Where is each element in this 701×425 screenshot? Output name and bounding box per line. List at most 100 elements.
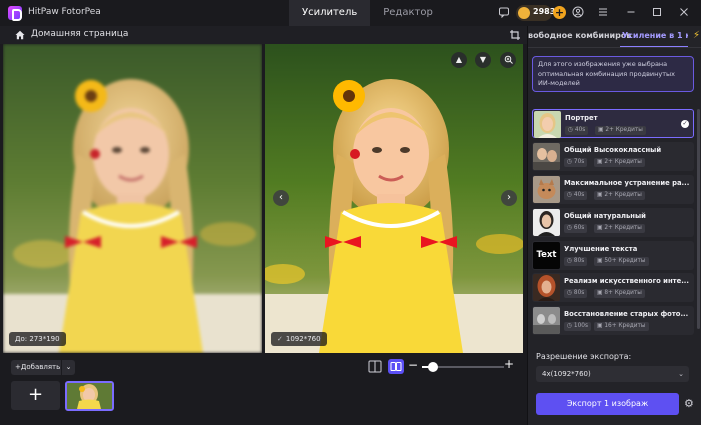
model-credits: ▣ 16+ Кредиты — [594, 322, 649, 332]
model-time: ◷ 40s — [564, 190, 588, 200]
buy-credits-button[interactable]: + — [553, 6, 566, 19]
model-item-old-photo[interactable]: Восстановление старых фото... ◷ 100s ▣ 1… — [532, 306, 694, 336]
ai-realism-thumb — [533, 274, 560, 302]
breadcrumb-home[interactable]: Домашняя страница — [31, 29, 128, 39]
model-name: Общий Высококлассный — [564, 145, 662, 154]
gear-icon[interactable]: ⚙ — [684, 398, 696, 410]
user-icon[interactable] — [571, 6, 585, 20]
home-icon[interactable] — [14, 29, 26, 41]
close-icon[interactable] — [677, 6, 691, 20]
model-time: ◷ 70s — [564, 157, 588, 167]
model-credits-value: 16+ Кредиты — [604, 323, 646, 330]
model-credits-value: 2+ Кредиты — [604, 191, 642, 198]
add-button[interactable]: +Добавлять ⌄ — [11, 360, 75, 375]
model-time-value: 80s — [573, 290, 585, 297]
next-arrow-icon[interactable]: › — [501, 190, 517, 206]
tab-enhancer[interactable]: Усилитель — [289, 0, 371, 26]
model-name: Портрет — [565, 114, 598, 122]
model-item-portrait[interactable]: Портрет ◷ 40s ▣ 2+ Кредиты ✓ — [532, 109, 694, 138]
original-photo — [3, 44, 262, 353]
tab-free-combination[interactable]: вободное комбиниров — [528, 31, 631, 40]
chevron-down-icon[interactable]: ⌄ — [61, 360, 75, 375]
prev-arrow-icon[interactable]: ‹ — [273, 190, 289, 206]
model-item-ai-realism[interactable]: Реализм искусственного инте... ◷ 80s ▣ 8… — [532, 273, 694, 303]
model-name: Общий натуральный — [564, 211, 646, 220]
model-time-value: 40s — [573, 191, 585, 198]
model-name: Максимальное устранение ра... — [564, 178, 690, 187]
model-credits-value: 2+ Кредиты — [604, 158, 642, 165]
model-credits-value: 50+ Кредиты — [604, 257, 646, 264]
model-credits: ▣ 50+ Кредиты — [594, 256, 649, 266]
model-time: ◷ 40s — [565, 126, 589, 135]
model-time-value: 60s — [573, 224, 585, 231]
zoom-slider[interactable] — [422, 362, 504, 372]
tab-underline — [620, 46, 690, 47]
tab-editor[interactable]: Редактор — [370, 0, 446, 26]
enhance-panel: вободное комбиниров Усиление в 1 кли ⚡ Д… — [527, 26, 701, 425]
app-logo-icon — [8, 6, 22, 21]
message-icon[interactable] — [497, 6, 511, 20]
model-credits: ▣ 8+ Кредиты — [594, 289, 645, 299]
model-credits: ▣ 2+ Кредиты — [595, 126, 646, 135]
denoise-thumb — [533, 175, 560, 203]
text-thumb: Text — [533, 241, 560, 269]
credits-badge[interactable]: 2983 — [516, 5, 556, 21]
export-button[interactable]: Экспорт 1 изображ — [536, 393, 679, 415]
general-hq-thumb — [533, 142, 560, 170]
bottom-toolbar: +Добавлять ⌄ + − + — [0, 353, 527, 425]
model-time: ◷ 80s — [564, 256, 588, 266]
zoom-out-button[interactable]: − — [408, 358, 418, 372]
export-resolution-value: 4x(1092*760) — [542, 370, 591, 378]
thumbs-down-icon[interactable]: ▼ — [475, 52, 491, 68]
lightning-icon: ⚡ — [692, 30, 700, 41]
add-image-button[interactable]: + — [11, 381, 60, 410]
app-window: HitPaw FotorPea Усилитель Редактор 2983 … — [0, 0, 701, 425]
model-credits: ▣ 2+ Кредиты — [594, 190, 645, 200]
original-image-viewer[interactable]: До: 273*190 — [3, 44, 262, 353]
model-credits: ▣ 2+ Кредиты — [594, 223, 645, 233]
menu-icon[interactable] — [596, 6, 610, 20]
model-credits-value: 2+ Кредиты — [604, 224, 642, 231]
export-resolution-label: Разрешение экспорта: — [536, 352, 632, 361]
model-list-scrollbar[interactable] — [697, 109, 700, 329]
crop-icon[interactable] — [509, 29, 521, 41]
model-item-general-hq[interactable]: Общий Высококлассный ◷ 70s ▣ 2+ Кредиты — [532, 141, 694, 171]
model-name: Реализм искусственного инте... — [564, 277, 689, 286]
model-item-denoise[interactable]: Максимальное устранение ра... ◷ 40s ▣ 2+… — [532, 174, 694, 204]
model-item-text[interactable]: Text Улучшение текста ◷ 80s ▣ 50+ Кредит… — [532, 240, 694, 270]
enhanced-photo — [265, 44, 523, 353]
enhanced-size-text: 1092*760 — [285, 335, 321, 343]
split-view-icon[interactable] — [368, 360, 382, 373]
model-time-value: 100s — [573, 323, 588, 330]
selected-check-icon: ✓ — [681, 120, 689, 128]
zoom-in-icon[interactable] — [500, 52, 516, 68]
mode-tabs: Усилитель Редактор — [289, 0, 446, 26]
model-time: ◷ 60s — [564, 223, 588, 233]
export-resolution-select[interactable]: 4x(1092*760) ⌄ — [536, 366, 689, 382]
model-time-value: 40s — [574, 127, 586, 133]
enhanced-size-badge: ✓ 1092*760 — [271, 332, 327, 346]
zoom-slider-handle[interactable] — [428, 362, 438, 372]
chevron-down-icon: ⌄ — [678, 370, 684, 378]
model-time: ◷ 80s — [564, 289, 588, 299]
check-icon: ✓ — [277, 335, 283, 343]
enhanced-image-viewer[interactable]: ▲ ▼ ‹ › ✓ 1092*760 — [265, 44, 523, 353]
model-item-general-natural[interactable]: Общий натуральный ◷ 60s ▣ 2+ Кредиты — [532, 207, 694, 237]
app-title: HitPaw FotorPea — [28, 7, 101, 17]
info-box: Для этого изображения уже выбрана оптима… — [532, 56, 694, 92]
image-thumbnail[interactable] — [65, 381, 114, 411]
model-credits-value: 8+ Кредиты — [604, 290, 642, 297]
model-name: Улучшение текста — [564, 244, 638, 253]
old-photo-thumb — [533, 307, 560, 335]
maximize-icon[interactable] — [650, 6, 664, 20]
panel-tabs: вободное комбиниров Усиление в 1 кли ⚡ — [528, 26, 701, 48]
model-time-value: 80s — [573, 257, 585, 264]
model-list: Портрет ◷ 40s ▣ 2+ Кредиты ✓ Общий Высок… — [532, 109, 694, 339]
side-by-side-icon[interactable] — [388, 359, 404, 374]
credits-count: 2983 — [533, 7, 556, 16]
thumbs-up-icon[interactable]: ▲ — [451, 52, 467, 68]
zoom-in-button[interactable]: + — [504, 357, 514, 371]
breadcrumb: Домашняя страница — [0, 26, 527, 44]
minimize-icon[interactable] — [624, 6, 638, 20]
portrait-thumb — [534, 111, 561, 138]
